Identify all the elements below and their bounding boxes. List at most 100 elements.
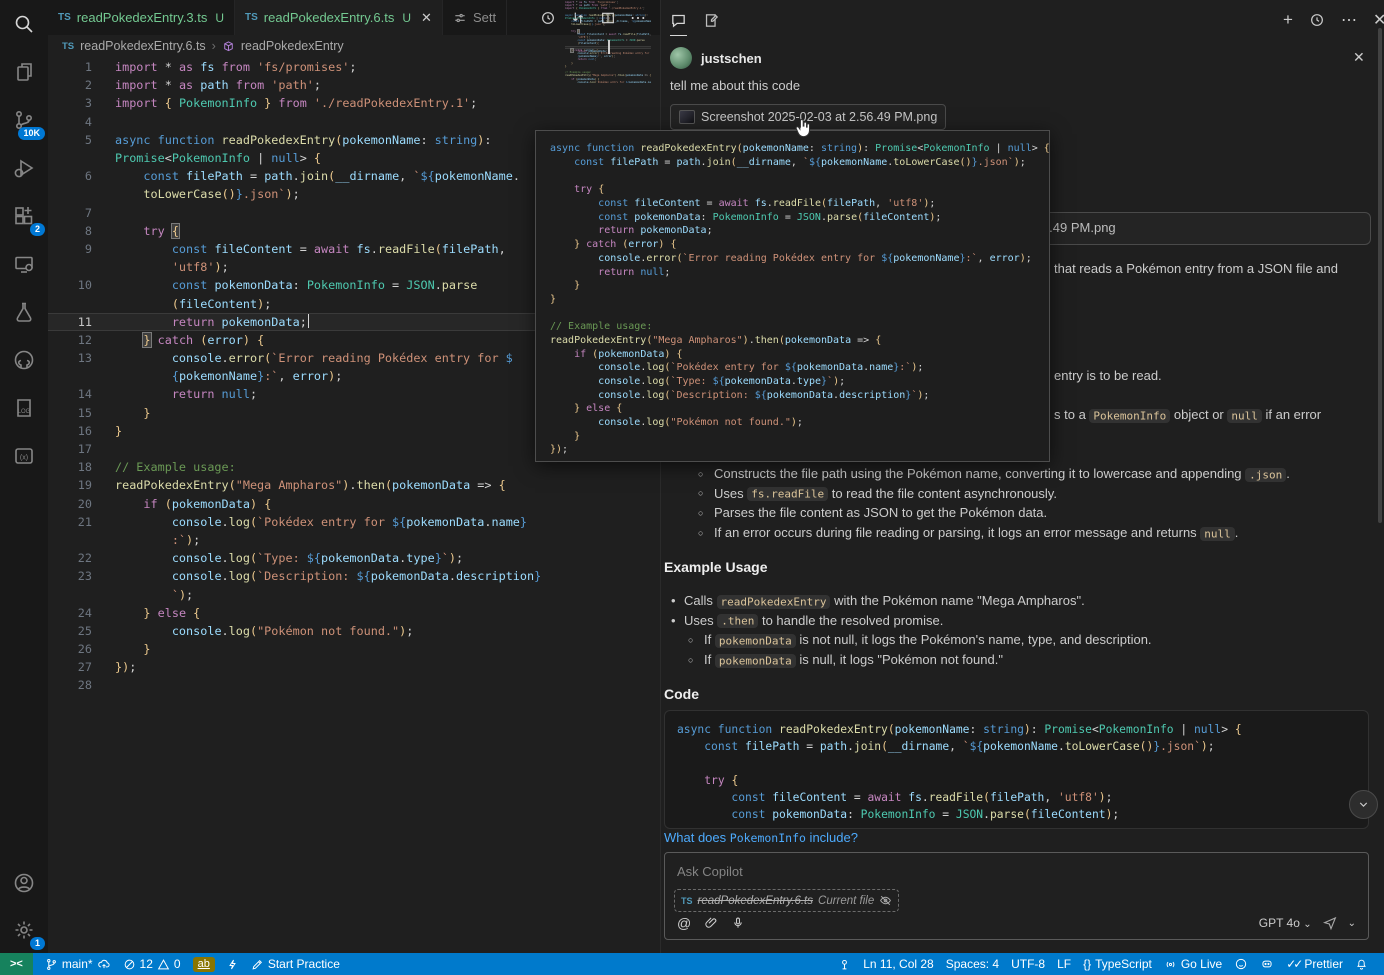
remove-message-icon[interactable]: ✕ bbox=[1353, 49, 1365, 66]
response-code-block[interactable]: async function readPokedexEntry(pokemonN… bbox=[664, 710, 1369, 829]
mic-icon[interactable] bbox=[731, 916, 745, 930]
tab-readPokedexEntry-6[interactable]: TS readPokedexEntry.6.ts U ✕ bbox=[235, 0, 443, 35]
notifications-bell-icon[interactable] bbox=[1349, 953, 1374, 975]
mouse-cursor-hand bbox=[791, 117, 813, 139]
account-activity-item[interactable] bbox=[0, 859, 48, 907]
console-icon: (x) bbox=[12, 444, 36, 468]
gear-activity-item[interactable]: 1 bbox=[0, 906, 48, 954]
code-line: }); bbox=[550, 443, 1035, 457]
lightning-item[interactable] bbox=[221, 953, 245, 975]
code-line[interactable]: 24 } else { bbox=[48, 604, 660, 622]
scroll-to-bottom-button[interactable] bbox=[1349, 790, 1378, 819]
code-line[interactable]: 4 bbox=[48, 113, 660, 131]
run-debug-icon bbox=[12, 156, 36, 180]
code-line[interactable]: :`); bbox=[48, 531, 660, 549]
copilot-icon[interactable] bbox=[1254, 953, 1280, 975]
close-tab-icon[interactable]: ✕ bbox=[421, 10, 432, 26]
code-line[interactable]: 28 bbox=[48, 676, 660, 694]
code-line[interactable]: 25 console.log("Pokémon not found."); bbox=[48, 622, 660, 640]
text-cursor bbox=[308, 314, 310, 328]
encoding-item[interactable]: UTF-8 bbox=[1005, 953, 1051, 975]
beaker-activity-item[interactable] bbox=[0, 288, 48, 336]
output-log-activity-item[interactable]: LOG bbox=[0, 384, 48, 432]
indentation-item[interactable]: Spaces: 4 bbox=[940, 953, 1005, 975]
input-right-toolbar: GPT 4o ⌄ ⌄ bbox=[1259, 915, 1356, 931]
git-branch-item[interactable]: main* bbox=[39, 953, 117, 975]
language-item[interactable]: {}TypeScript bbox=[1077, 953, 1158, 975]
ports-item[interactable] bbox=[832, 953, 857, 975]
scrollbar-thumb[interactable] bbox=[1378, 28, 1382, 523]
code-line[interactable]: 22 console.log(`Type: ${pokemonData.type… bbox=[48, 549, 660, 567]
remote-indicator[interactable]: >< bbox=[0, 953, 33, 975]
code-line: const pokemonData: PokemonInfo = JSON.pa… bbox=[550, 210, 1035, 224]
code-line: console.log(`Pokédex entry for ${pokemon… bbox=[550, 361, 1035, 375]
go-live-item[interactable]: Go Live bbox=[1158, 953, 1228, 975]
code-line[interactable]: 23 console.log(`Description: ${pokemonDa… bbox=[48, 567, 660, 585]
prettier-item[interactable]: ✓✓ Prettier bbox=[1280, 953, 1349, 975]
new-chat-icon[interactable]: + bbox=[1283, 9, 1293, 31]
response-bullet-list: ○Constructs the file path using the Poké… bbox=[681, 464, 1371, 542]
context-attachment-chip[interactable]: TS readPokedexEntry.6.ts Current file bbox=[674, 889, 899, 912]
attach-icon[interactable] bbox=[704, 916, 718, 930]
start-practice-item[interactable]: Start Practice bbox=[245, 953, 346, 975]
extensions-activity-item[interactable]: 2 bbox=[0, 192, 48, 240]
code-line[interactable]: 27}); bbox=[48, 658, 660, 676]
attachment-preview-popup: async function readPokedexEntry(pokemonN… bbox=[535, 130, 1050, 462]
send-dropdown-icon[interactable]: ⌄ bbox=[1348, 918, 1356, 929]
code-line: if (pokemonData) { bbox=[550, 347, 1035, 361]
code-line: try { bbox=[550, 183, 1035, 197]
source-control-activity-item[interactable]: 10K bbox=[0, 96, 48, 144]
files-activity-item[interactable] bbox=[0, 48, 48, 96]
panel-actions: + ⋯ ✕ bbox=[1283, 9, 1384, 31]
tab-settings[interactable]: Sett bbox=[443, 0, 507, 35]
minimap[interactable]: 1import * as fs from 'fs/promises';2impo… bbox=[565, 1, 651, 83]
github-activity-item[interactable] bbox=[0, 336, 48, 384]
copilot-edits-icon[interactable] bbox=[703, 9, 720, 31]
code-line[interactable]: `); bbox=[48, 585, 660, 603]
code-line[interactable]: 26 } bbox=[48, 640, 660, 658]
code-line[interactable]: 21 console.log(`Pokédex entry for ${poke… bbox=[48, 513, 660, 531]
code-line[interactable]: 20 if (pokemonData) { bbox=[48, 495, 660, 513]
code-line[interactable]: 19readPokedexEntry("Mega Ampharos").then… bbox=[48, 476, 660, 494]
ab-badge[interactable]: ab bbox=[187, 953, 221, 975]
remote-explorer-activity-item[interactable] bbox=[0, 240, 48, 288]
input-placeholder: Ask Copilot bbox=[677, 864, 743, 879]
modified-indicator: U bbox=[402, 11, 411, 25]
github-icon bbox=[12, 348, 36, 372]
history-icon[interactable] bbox=[1309, 9, 1325, 31]
output-log-icon: LOG bbox=[12, 396, 36, 420]
code-line: const pokemonData: PokemonInfo = JSON.pa… bbox=[677, 806, 1356, 823]
svg-text:LOG: LOG bbox=[18, 409, 31, 415]
eol-item[interactable]: LF bbox=[1051, 953, 1077, 975]
model-picker[interactable]: GPT 4o ⌄ bbox=[1259, 916, 1312, 930]
code-line: } bbox=[550, 279, 1035, 293]
code-line: async function readPokedexEntry(pokemonN… bbox=[677, 721, 1356, 738]
eye-off-icon[interactable] bbox=[879, 894, 892, 907]
tab-readPokedexEntry-3[interactable]: TS readPokedexEntry.3.ts U bbox=[48, 0, 235, 35]
run-debug-activity-item[interactable] bbox=[0, 144, 48, 192]
context-file-name: readPokedexEntry.6.ts bbox=[698, 895, 814, 907]
code-line: } bbox=[550, 429, 1035, 443]
response-text-fragment: s to a PokemonInfo object or null if an … bbox=[1054, 407, 1321, 422]
feedback-icon[interactable] bbox=[1228, 953, 1254, 975]
user-name: justschen bbox=[701, 51, 762, 66]
chat-input[interactable]: Ask Copilot TS readPokedexEntry.6.ts Cur… bbox=[664, 852, 1369, 940]
mention-icon[interactable]: @ bbox=[677, 915, 691, 931]
followup-suggestion-link[interactable]: What does PokemonInfo include? bbox=[664, 830, 858, 845]
code-line: const fileContent = await fs.readFile(fi… bbox=[677, 789, 1356, 806]
problems-item[interactable]: 12 0 bbox=[117, 953, 187, 975]
chat-view-icon[interactable] bbox=[670, 9, 687, 31]
code-line: console.log(`Description: ${pokemonData.… bbox=[550, 388, 1035, 402]
cursor-position-item[interactable]: Ln 11, Col 28 bbox=[857, 953, 940, 975]
code-line[interactable]: 3import { PokemonInfo } from './readPoke… bbox=[48, 94, 660, 112]
search-activity-item[interactable] bbox=[0, 0, 48, 48]
timeline-icon[interactable] bbox=[540, 10, 556, 26]
modified-indicator: U bbox=[215, 11, 224, 25]
status-bar-right: Ln 11, Col 28 Spaces: 4 UTF-8 LF {}TypeS… bbox=[832, 953, 1384, 975]
send-button[interactable] bbox=[1322, 915, 1338, 931]
more-icon[interactable]: ⋯ bbox=[1341, 9, 1357, 31]
activity-bar: 10K 2 LOG (x) 1 bbox=[0, 0, 49, 953]
bullet-item: ○Constructs the file path using the Poké… bbox=[681, 464, 1371, 484]
console-activity-item[interactable]: (x) bbox=[0, 432, 48, 480]
code-line bbox=[550, 169, 1035, 183]
